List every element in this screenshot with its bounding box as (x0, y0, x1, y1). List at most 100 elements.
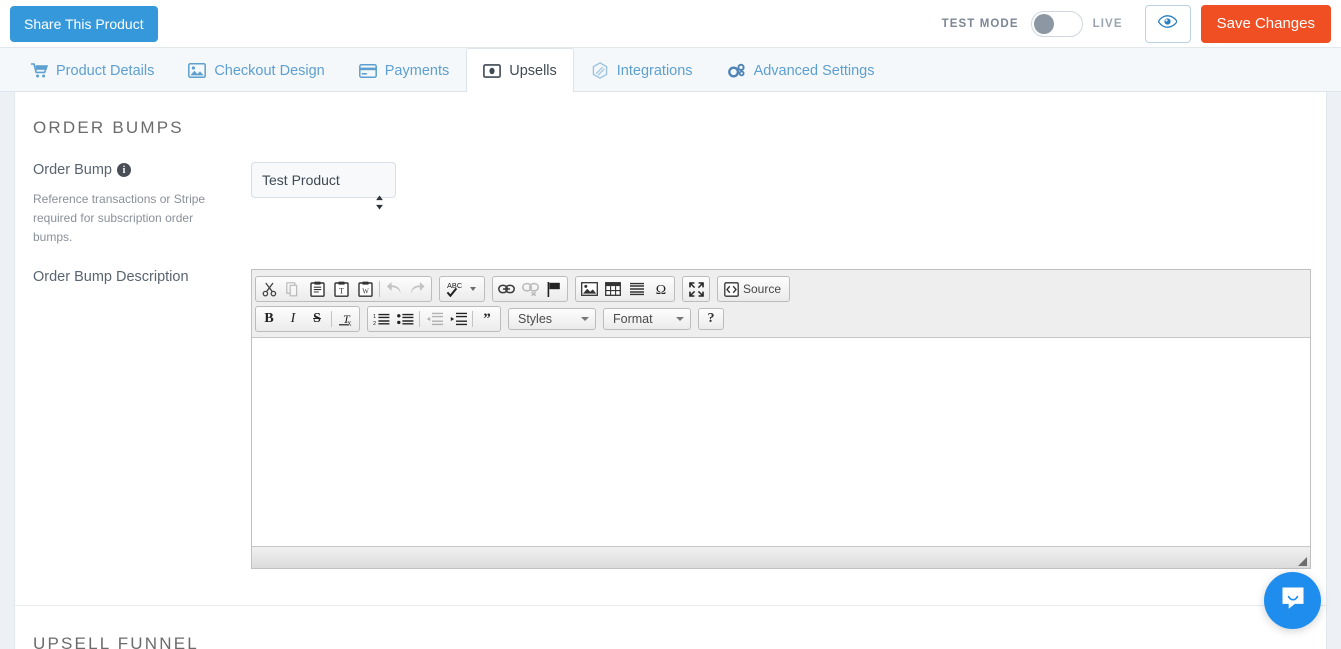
eye-icon (1157, 14, 1178, 33)
table-button[interactable] (601, 278, 625, 300)
toolbar-separator (379, 281, 380, 297)
italic-icon: I (290, 311, 296, 326)
bulleted-list-button[interactable] (393, 308, 417, 330)
top-bar-right-controls: TEST MODE LIVE Save Changes (941, 4, 1341, 43)
anchor-button[interactable] (542, 278, 566, 300)
maximize-button[interactable] (684, 278, 708, 300)
tab-advanced-settings[interactable]: Advanced Settings (710, 48, 892, 92)
svg-text:2: 2 (373, 321, 376, 326)
strikethrough-button[interactable]: S (305, 308, 329, 330)
indent-button[interactable] (446, 308, 470, 330)
paste-as-text-button[interactable]: T (329, 278, 353, 300)
blockquote-button[interactable]: ” (475, 308, 499, 330)
editor-toolbar-row-1: T W ABC Ω Source (255, 274, 1307, 304)
italic-button[interactable]: I (281, 308, 305, 330)
save-changes-button[interactable]: Save Changes (1200, 4, 1331, 43)
tab-label: Payments (384, 62, 450, 79)
description-label-column: Order Bump Description (33, 269, 251, 569)
source-button-label: Source (743, 282, 782, 296)
cut-button[interactable] (257, 278, 281, 300)
paste-button[interactable] (305, 278, 329, 300)
top-bar: Share This Product TEST MODE LIVE Save C… (0, 0, 1341, 48)
chevron-down-icon (676, 317, 684, 321)
quote-icon: ” (483, 310, 491, 327)
preview-button[interactable] (1144, 4, 1191, 43)
toggle-knob (1033, 13, 1054, 34)
tab-product-details[interactable]: Product Details (14, 48, 171, 92)
money-icon (483, 63, 502, 78)
outdent-button (422, 308, 446, 330)
source-button[interactable]: Source (719, 278, 788, 300)
numbered-list-button[interactable]: 1 2 (369, 308, 393, 330)
styles-dropdown-label: Styles (518, 312, 553, 326)
cart-icon (31, 63, 48, 78)
chevron-down-icon (581, 317, 589, 321)
order-bump-select[interactable]: Test Product (251, 162, 396, 198)
spell-check-button[interactable]: ABC (441, 278, 483, 300)
toolbar-separator (472, 311, 473, 327)
spellcheck-group: ABC (439, 276, 485, 302)
share-this-product-button[interactable]: Share This Product (10, 5, 158, 42)
tab-payments[interactable]: Payments (342, 48, 466, 92)
unlink-button (518, 278, 542, 300)
tab-label: Integrations (616, 62, 693, 79)
order-bump-field-row: Order Bump i Reference transactions or S… (15, 162, 1326, 247)
svg-text:1: 1 (373, 314, 376, 320)
clipboard-undo-group: T W (255, 276, 432, 302)
editor-toolbar: T W ABC Ω Source B I S T x 1 2 ” Styles … (252, 270, 1310, 338)
basic-styles-group: B I S T x (255, 306, 360, 332)
tab-bar: Product Details Checkout Design Payments (0, 48, 1341, 92)
bold-icon: B (264, 311, 274, 326)
live-mode-label: LIVE (1092, 17, 1123, 30)
source-group: Source (717, 276, 791, 302)
strike-icon: S (313, 311, 321, 326)
link-group (492, 276, 568, 302)
bold-button[interactable]: B (257, 308, 281, 330)
tab-checkout-design[interactable]: Checkout Design (171, 48, 341, 92)
editor-footer (252, 546, 1310, 568)
tab-label: Product Details (56, 62, 155, 79)
order-bump-select-wrapper: Test Product (251, 162, 396, 247)
order-bumps-section-title: ORDER BUMPS (33, 118, 184, 137)
tab-label: Advanced Settings (753, 62, 875, 79)
styles-dropdown[interactable]: Styles (508, 308, 596, 330)
tab-integrations[interactable]: Integrations (574, 48, 710, 92)
horizontal-rule-button[interactable] (625, 278, 649, 300)
image-button[interactable] (577, 278, 601, 300)
format-dropdown[interactable]: Format (603, 308, 691, 330)
order-bump-label-column: Order Bump i Reference transactions or S… (33, 162, 251, 247)
editor-content-area[interactable] (252, 338, 1310, 546)
insert-group: Ω (575, 276, 675, 302)
image-icon (188, 63, 207, 78)
remove-format-button[interactable]: T x (334, 308, 358, 330)
editor-resize-handle[interactable] (1294, 553, 1308, 567)
chevron-down-icon (470, 287, 476, 291)
upsell-funnel-section-title: UPSELL FUNNEL (33, 634, 199, 649)
hexagon-icon (591, 62, 609, 79)
info-icon[interactable]: i (116, 163, 131, 177)
link-button[interactable] (494, 278, 518, 300)
maximize-group (682, 276, 710, 302)
copy-button (281, 278, 305, 300)
order-bump-label-text: Order Bump (33, 162, 112, 178)
intercom-messenger-button[interactable] (1264, 572, 1321, 629)
test-mode-label: TEST MODE (941, 17, 1019, 30)
order-bump-label: Order Bump i (33, 162, 251, 178)
order-bump-description-label: Order Bump Description (33, 269, 189, 285)
toolbar-separator (419, 311, 420, 327)
test-live-mode-toggle[interactable] (1030, 10, 1083, 37)
paste-from-word-button[interactable]: W (353, 278, 377, 300)
undo-button (382, 278, 406, 300)
order-bump-help-text: Reference transactions or Stripe require… (33, 192, 206, 244)
about-editor-button[interactable]: ? (698, 308, 724, 330)
paragraph-group: 1 2 ” (367, 306, 501, 332)
messenger-icon (1279, 584, 1307, 617)
editor-toolbar-row-2: B I S T x 1 2 ” Styles Format ? (255, 304, 1307, 334)
special-character-button[interactable]: Ω (649, 278, 673, 300)
card-icon (358, 63, 377, 78)
tab-label: Checkout Design (214, 62, 325, 79)
svg-text:x: x (347, 318, 351, 327)
svg-text:T: T (339, 286, 344, 295)
tab-upsells[interactable]: Upsells (466, 48, 574, 92)
rich-text-editor: T W ABC Ω Source B I S T x 1 2 ” Styles … (251, 269, 1311, 569)
